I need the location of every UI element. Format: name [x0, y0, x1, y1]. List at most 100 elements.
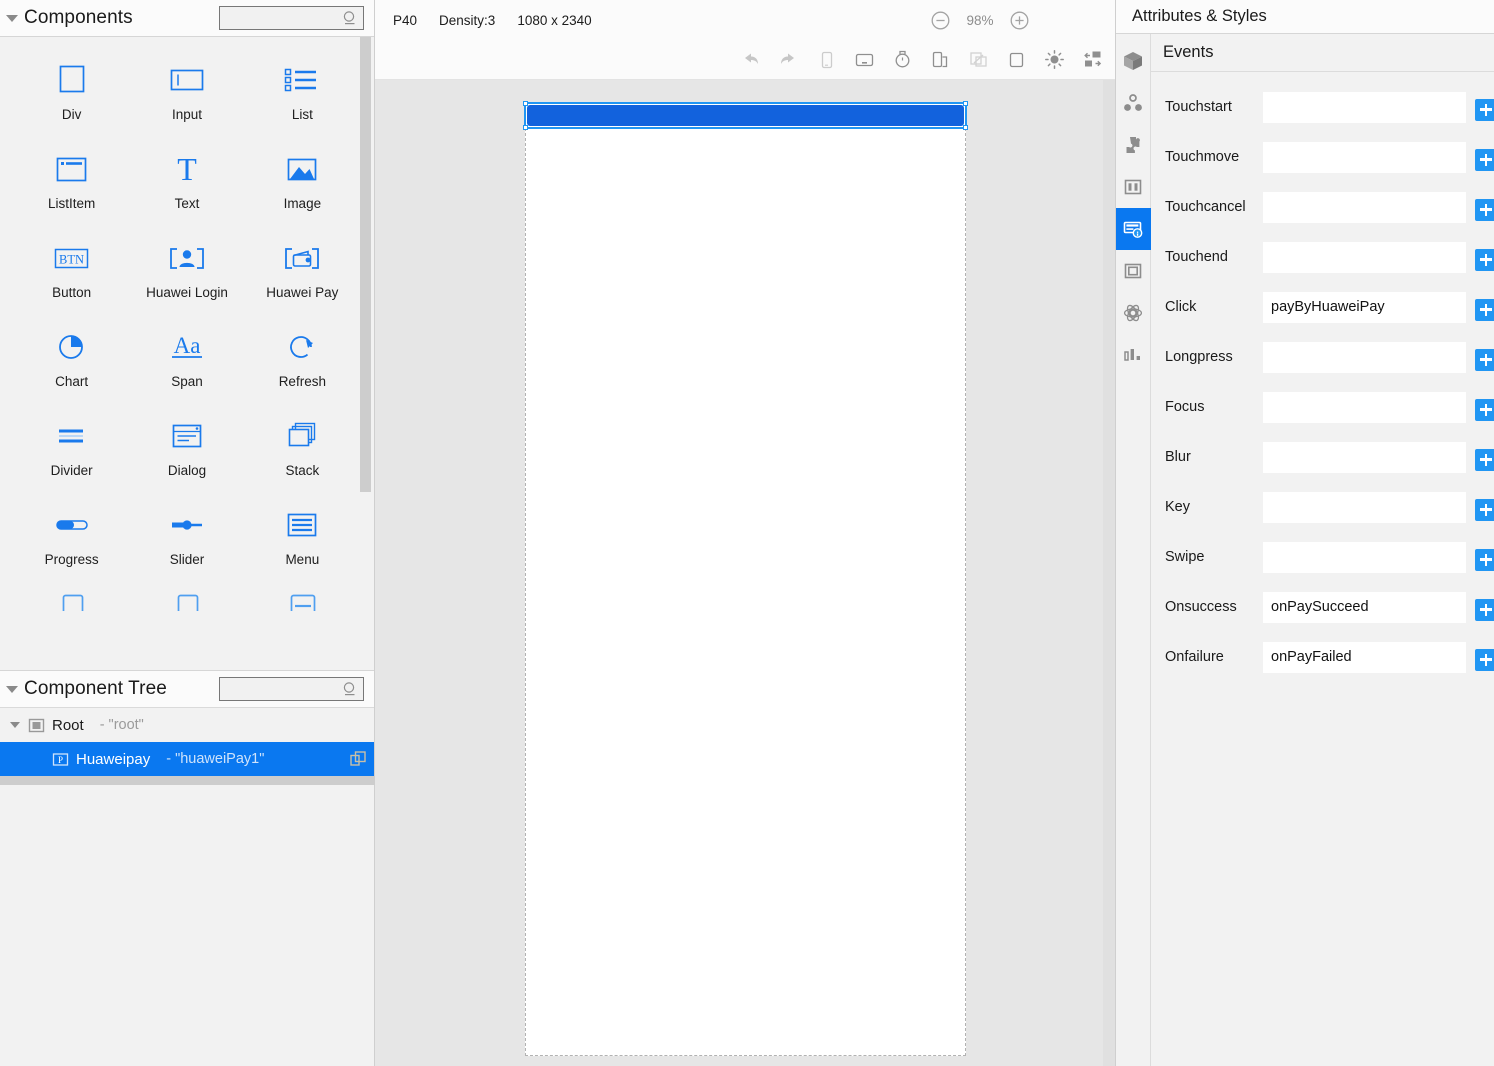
event-label: Click — [1165, 299, 1197, 315]
component-label: Slider — [169, 552, 205, 567]
component-item-menu[interactable]: Menu — [245, 504, 360, 567]
add-event-handler-button[interactable] — [1475, 348, 1494, 371]
event-value-input[interactable] — [1263, 541, 1466, 573]
puzzle-icon[interactable] — [1116, 124, 1151, 166]
canvas-vertical-scrollbar[interactable] — [1103, 80, 1115, 1066]
components-scrollbar-thumb[interactable] — [360, 37, 371, 492]
device-model: P40 — [393, 12, 418, 28]
component-item-stack[interactable]: Stack — [245, 415, 360, 478]
foldable-icon[interactable] — [929, 49, 951, 71]
component-tree-search-box[interactable] — [219, 677, 364, 701]
component-item-button[interactable]: BTN Button — [14, 237, 129, 300]
component-item-image[interactable]: Image — [245, 148, 360, 211]
add-event-handler-button[interactable] — [1475, 598, 1494, 621]
bars-icon[interactable] — [1116, 334, 1151, 376]
components-search-box[interactable] — [219, 6, 364, 30]
add-event-handler-button[interactable] — [1475, 548, 1494, 571]
resize-handle-se[interactable] — [962, 125, 968, 130]
div-icon — [52, 59, 92, 101]
event-value-input[interactable] — [1263, 291, 1466, 323]
event-row-focus: Focus — [1151, 382, 1494, 432]
component-item-huawei-login[interactable]: Huawei Login — [129, 237, 244, 300]
events-info-icon[interactable] — [1115, 208, 1151, 250]
event-value-input[interactable] — [1263, 191, 1466, 223]
component-label: Text — [174, 196, 200, 211]
tv-icon[interactable] — [853, 49, 875, 71]
components-scrollbar[interactable] — [360, 37, 371, 670]
tree-expand-caret[interactable] — [10, 722, 20, 728]
zoom-in-button[interactable] — [1010, 11, 1029, 30]
component-tree-search-input[interactable] — [220, 678, 363, 700]
canvas-stage[interactable] — [375, 80, 1115, 1066]
event-value-input[interactable] — [1263, 491, 1466, 523]
component-item-input[interactable]: Input — [129, 59, 244, 122]
component-item-refresh[interactable]: Refresh — [245, 326, 360, 389]
component-item-clipped-1[interactable] — [14, 593, 129, 611]
add-event-handler-button[interactable] — [1475, 98, 1494, 121]
component-item-text[interactable]: T Text — [129, 148, 244, 211]
add-event-handler-button[interactable] — [1475, 648, 1494, 671]
event-value-input[interactable] — [1263, 641, 1466, 673]
event-value-input[interactable] — [1263, 91, 1466, 123]
resize-handle-sw[interactable] — [522, 125, 528, 130]
event-value-input[interactable] — [1263, 341, 1466, 373]
layout-swap-icon[interactable] — [1081, 49, 1103, 71]
attributes-panel-title: Attributes & Styles — [1132, 7, 1267, 25]
progress-icon — [48, 504, 96, 546]
undo-icon[interactable] — [739, 49, 761, 71]
component-item-progress[interactable]: Progress — [14, 504, 129, 567]
add-event-handler-button[interactable] — [1475, 148, 1494, 171]
tree-node-huaweipay[interactable]: P Huaweipay - "huaweiPay1" — [0, 742, 374, 776]
component-item-slider[interactable]: Slider — [129, 504, 244, 567]
event-value-input[interactable] — [1263, 241, 1466, 273]
tree-node-root[interactable]: Root - "root" — [0, 708, 374, 742]
components-search-input[interactable] — [220, 7, 363, 29]
zoom-out-button[interactable] — [931, 11, 950, 30]
add-event-handler-button[interactable] — [1475, 398, 1494, 421]
frame-icon[interactable] — [1116, 250, 1151, 292]
event-value-input[interactable] — [1263, 391, 1466, 423]
component-item-dialog[interactable]: Dialog — [129, 415, 244, 478]
event-value-input[interactable] — [1263, 441, 1466, 473]
brightness-icon[interactable] — [1043, 49, 1065, 71]
component-item-clipped-3[interactable] — [245, 593, 360, 611]
component-item-chart[interactable]: Chart — [14, 326, 129, 389]
svg-text:T: T — [177, 151, 197, 187]
canvas-vertical-scrollbar-thumb[interactable] — [1103, 80, 1115, 1066]
component-label: Chart — [55, 374, 89, 389]
component-item-listitem[interactable]: ListItem — [14, 148, 129, 211]
components-panel-title: Components — [24, 7, 133, 28]
watch-icon[interactable] — [891, 49, 913, 71]
event-value-input[interactable] — [1263, 591, 1466, 623]
ide-window: Components Div Input List ListItem T Tex… — [0, 0, 1494, 1066]
phone-icon[interactable] — [815, 49, 837, 71]
event-label: Longpress — [1165, 349, 1233, 365]
nodes-icon[interactable] — [1116, 82, 1151, 124]
add-event-handler-button[interactable] — [1475, 298, 1494, 321]
add-event-handler-button[interactable] — [1475, 248, 1494, 271]
add-event-handler-button[interactable] — [1475, 498, 1494, 521]
event-value-input[interactable] — [1263, 141, 1466, 173]
link-devices-icon[interactable] — [967, 49, 989, 71]
components-scroll-area[interactable]: Div Input List ListItem T Text Image BTN… — [0, 37, 374, 670]
components-collapse-caret[interactable] — [6, 14, 18, 22]
tablet-icon[interactable] — [1005, 49, 1027, 71]
component-item-huawei-pay[interactable]: Huawei Pay — [245, 237, 360, 300]
component-tree-hscrollbar[interactable] — [0, 776, 1025, 785]
component-item-span[interactable]: Aa Span — [129, 326, 244, 389]
component-item-list[interactable]: List — [245, 59, 360, 122]
component-tree-collapse-caret[interactable] — [6, 685, 18, 693]
columns-icon[interactable] — [1116, 166, 1151, 208]
component-item-div[interactable]: Div — [14, 59, 129, 122]
device-preview-frame[interactable] — [522, 101, 968, 1056]
box-3d-icon[interactable] — [1116, 40, 1151, 82]
add-event-handler-button[interactable] — [1475, 198, 1494, 221]
resize-handle-nw[interactable] — [522, 101, 528, 106]
component-item-divider[interactable]: Divider — [14, 415, 129, 478]
redo-icon[interactable] — [777, 49, 799, 71]
resize-handle-ne[interactable] — [962, 101, 968, 106]
component-item-clipped-2[interactable] — [129, 593, 244, 611]
duplicate-icon[interactable] — [350, 751, 366, 767]
add-event-handler-button[interactable] — [1475, 448, 1494, 471]
atom-icon[interactable] — [1116, 292, 1151, 334]
